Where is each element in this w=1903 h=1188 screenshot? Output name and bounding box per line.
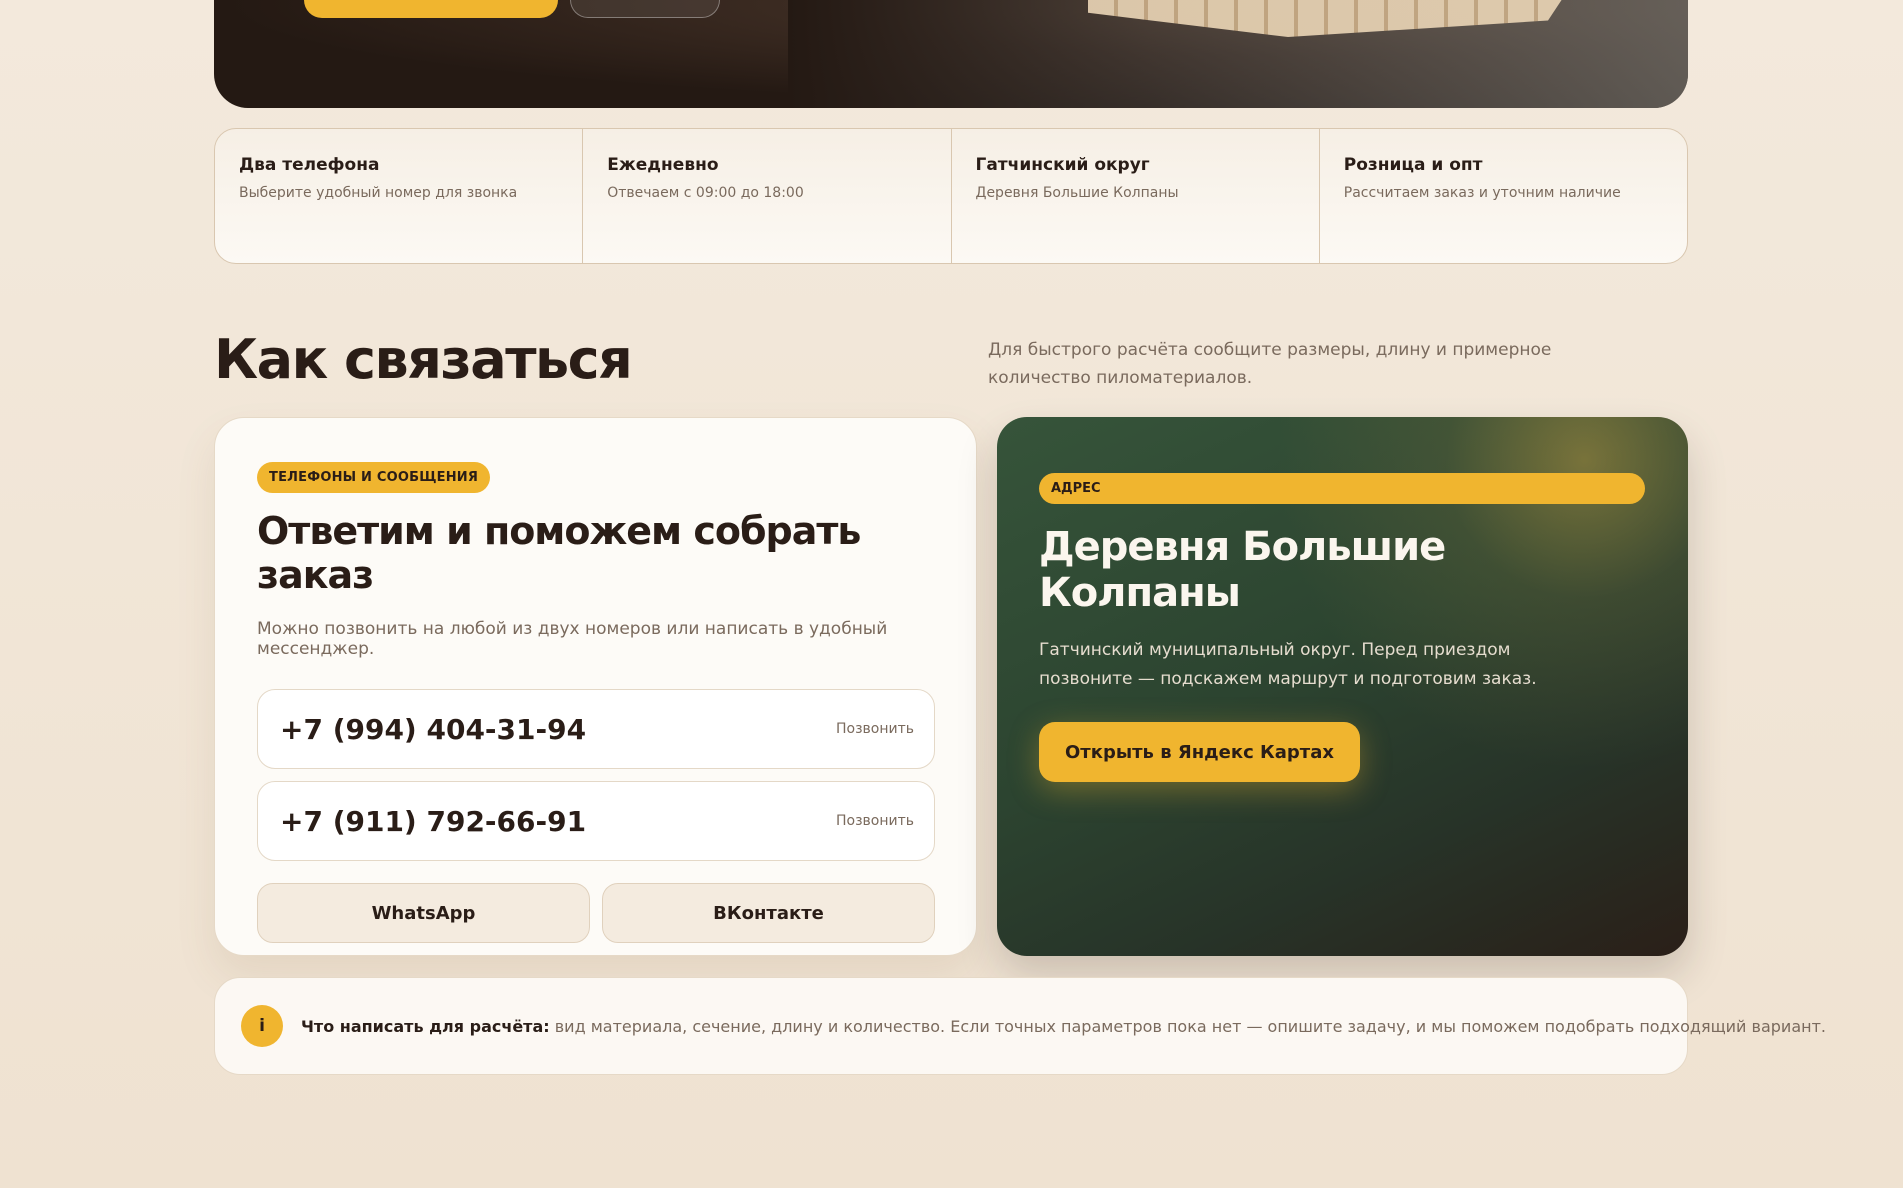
hero-secondary-button[interactable] [570, 0, 720, 18]
info-note: i Что написать для расчёта: вид материал… [214, 977, 1826, 1075]
feature-text: Деревня Большие Колпаны [975, 185, 1179, 201]
address-text: Гатчинский муниципальный округ. Перед пр… [1039, 640, 1537, 689]
contact-title: Ответим и поможем собрать заказ [257, 509, 861, 597]
open-yandex-maps-button[interactable]: Открыть в Яндекс Картах [1039, 722, 1360, 782]
info-body: вид материала, сечение, длину и количест… [549, 1016, 1826, 1036]
phone-link-1[interactable]: +7 (994) 404-31-94 Позвонить [257, 689, 935, 769]
feature-text: Отвечаем с 09:00 до 18:00 [607, 185, 804, 201]
vkontakte-button[interactable]: ВКонтакте [602, 883, 935, 943]
info-icon: i [241, 1005, 283, 1047]
feature-text: Выберите удобный номер для звонка [239, 185, 518, 201]
phone-number: +7 (911) 792-66-91 [280, 804, 587, 838]
feature-item: Гатчинский округ Деревня Большие Колпаны [952, 129, 1320, 263]
feature-title: Розница и опт [1343, 155, 1483, 175]
info-text: Что написать для расчёта: вид материала,… [301, 1017, 1826, 1036]
call-label: Позвонить [835, 813, 914, 829]
address-title: Деревня Большие Колпаны [1039, 524, 1446, 616]
messenger-buttons: WhatsApp ВКонтакте [257, 883, 935, 943]
address-badge: АДРЕС [1039, 473, 1645, 504]
feature-text: Рассчитаем заказ и уточним наличие [1343, 185, 1621, 201]
feature-title: Гатчинский округ [975, 155, 1150, 175]
contact-card: ТЕЛЕФОНЫ И СООБЩЕНИЯ Ответим и поможем с… [214, 417, 977, 956]
contact-badge: ТЕЛЕФОНЫ И СООБЩЕНИЯ [257, 462, 491, 493]
feature-title: Ежедневно [607, 155, 719, 175]
phone-link-2[interactable]: +7 (911) 792-66-91 Позвонить [257, 781, 935, 861]
info-label: Что написать для расчёта: [301, 1016, 550, 1036]
section-description: Для быстрого расчёта сообщите размеры, д… [988, 340, 1552, 388]
address-card: АДРЕС Деревня Большие Колпаны Гатчинский… [997, 417, 1688, 956]
feature-title: Два телефона [239, 155, 380, 175]
whatsapp-button[interactable]: WhatsApp [257, 883, 590, 943]
feature-item: Ежедневно Отвечаем с 09:00 до 18:00 [583, 129, 952, 263]
call-label: Позвонить [835, 721, 914, 737]
hero-banner [214, 0, 1688, 108]
section-title: Как связаться [214, 328, 633, 391]
feature-item: Два телефона Выберите удобный номер для … [215, 129, 584, 263]
contact-lead: Можно позвонить на любой из двух номеров… [257, 619, 888, 659]
feature-strip: Два телефона Выберите удобный номер для … [214, 128, 1688, 264]
feature-item: Розница и опт Рассчитаем заказ и уточним… [1320, 129, 1687, 263]
hero-primary-button[interactable] [304, 0, 558, 18]
phone-number: +7 (994) 404-31-94 [280, 712, 587, 746]
